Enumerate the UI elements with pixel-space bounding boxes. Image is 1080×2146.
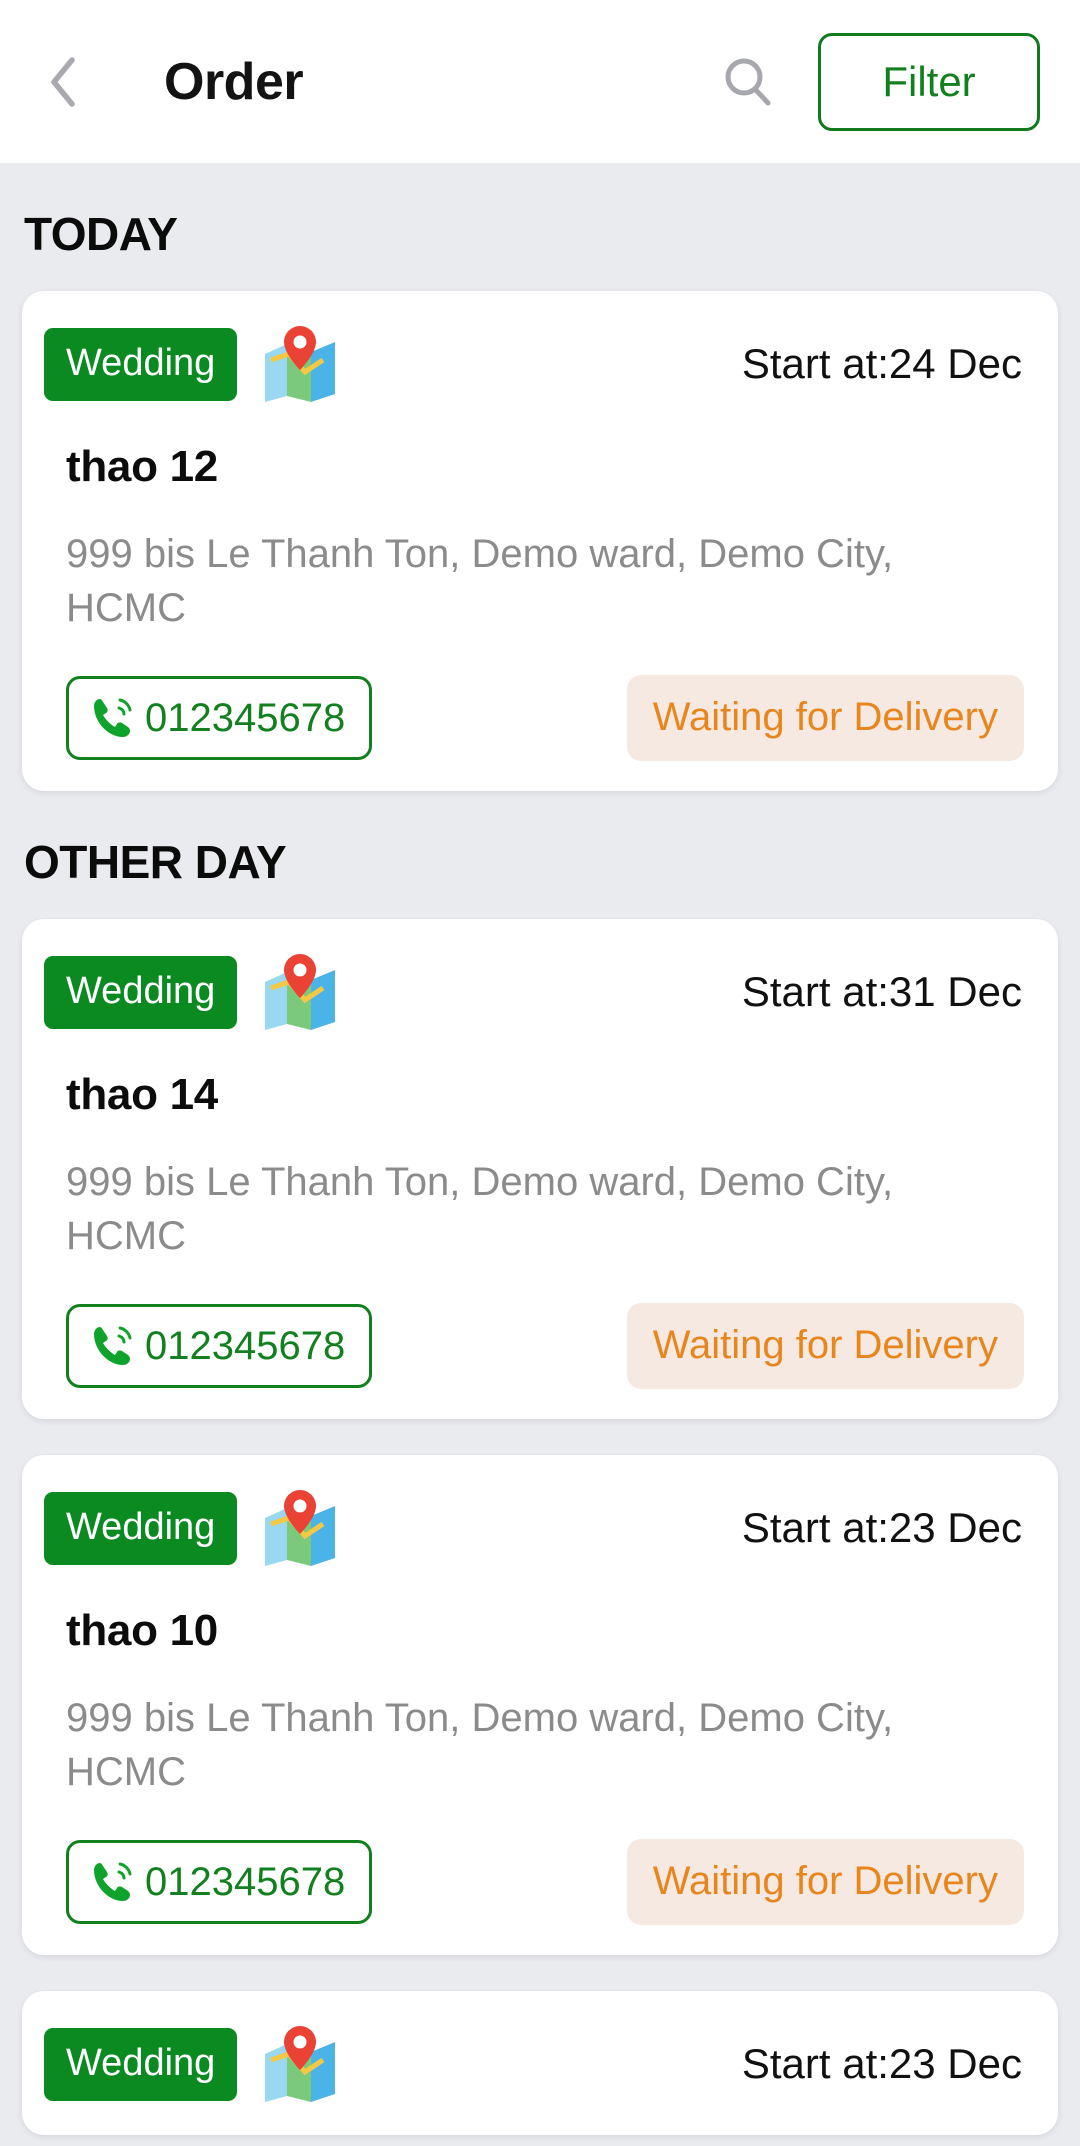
- order-section-other-day: OTHER DAY Wedding Start at:31 Dec thao 1…: [0, 791, 1080, 2135]
- filter-button[interactable]: Filter: [818, 32, 1040, 131]
- order-card[interactable]: Wedding Start at:31 Dec thao 14 999 bis …: [22, 919, 1058, 1419]
- order-start-date: Start at:23 Dec: [741, 2040, 1022, 2087]
- order-type-badge: Wedding: [44, 1491, 238, 1565]
- order-address: 999 bis Le Thanh Ton, Demo ward, Demo Ci…: [66, 1160, 894, 1258]
- order-card-header: Wedding Start at:23 Dec: [44, 1487, 1024, 1569]
- order-card-footer: 012345678 Waiting for Delivery: [66, 1303, 1024, 1389]
- phone-icon: [89, 1323, 135, 1369]
- call-phone-button[interactable]: 012345678: [66, 1304, 373, 1388]
- order-address: 999 bis Le Thanh Ton, Demo ward, Demo Ci…: [66, 1696, 894, 1794]
- section-heading: OTHER DAY: [24, 836, 287, 888]
- order-type-badge: Wedding: [44, 2027, 238, 2101]
- order-status-badge: Waiting for Delivery: [626, 1839, 1024, 1925]
- order-status-badge: Waiting for Delivery: [626, 1303, 1024, 1389]
- call-phone-button[interactable]: 012345678: [66, 676, 373, 760]
- order-card[interactable]: Wedding Start at:24 Dec thao 12 999 bis …: [22, 291, 1058, 791]
- call-phone-number: 012345678: [145, 695, 346, 740]
- call-phone-number: 012345678: [145, 1859, 346, 1904]
- order-card-footer: 012345678 Waiting for Delivery: [66, 675, 1024, 761]
- order-card-header: Wedding Start at:23 Dec: [44, 2023, 1024, 2105]
- app-header: Order Filter: [0, 0, 1080, 163]
- map-location-icon[interactable]: [263, 2024, 337, 2104]
- search-button[interactable]: [712, 46, 784, 118]
- filter-button-label: Filter: [882, 57, 976, 105]
- order-status-badge: Waiting for Delivery: [626, 675, 1024, 761]
- order-start-date: Start at:24 Dec: [741, 340, 1022, 387]
- call-phone-number: 012345678: [145, 1323, 346, 1368]
- back-button[interactable]: [48, 47, 102, 117]
- order-section-today: TODAY Wedding Start at:24 Dec thao 12 99…: [0, 163, 1080, 791]
- order-list-scroll-area[interactable]: TODAY Wedding Start at:24 Dec thao 12 99…: [0, 163, 1080, 2146]
- call-phone-button[interactable]: 012345678: [66, 1840, 373, 1924]
- order-card-header: Wedding Start at:31 Dec: [44, 951, 1024, 1033]
- phone-icon: [89, 695, 135, 741]
- order-card-header: Wedding Start at:24 Dec: [44, 323, 1024, 405]
- map-location-icon[interactable]: [263, 324, 337, 404]
- order-card[interactable]: Wedding Start at:23 Dec thao 10 999 bis …: [22, 1455, 1058, 1955]
- section-heading: TODAY: [24, 208, 178, 260]
- order-start-date: Start at:31 Dec: [741, 968, 1022, 1015]
- phone-icon: [89, 1859, 135, 1905]
- search-icon: [725, 58, 771, 105]
- chevron-left-icon: [51, 56, 75, 107]
- order-type-badge: Wedding: [44, 955, 238, 1029]
- order-type-badge: Wedding: [44, 327, 238, 401]
- order-customer-name: thao 14: [66, 1070, 218, 1119]
- order-customer-name: thao 10: [66, 1606, 218, 1655]
- order-start-date: Start at:23 Dec: [741, 1504, 1022, 1551]
- order-customer-name: thao 12: [66, 442, 218, 491]
- page-title: Order: [164, 52, 304, 111]
- order-card-footer: 012345678 Waiting for Delivery: [66, 1839, 1024, 1925]
- order-address: 999 bis Le Thanh Ton, Demo ward, Demo Ci…: [66, 532, 894, 630]
- map-location-icon[interactable]: [263, 952, 337, 1032]
- order-card[interactable]: Wedding Start at:23 Dec: [22, 1991, 1058, 2135]
- map-location-icon[interactable]: [263, 1488, 337, 1568]
